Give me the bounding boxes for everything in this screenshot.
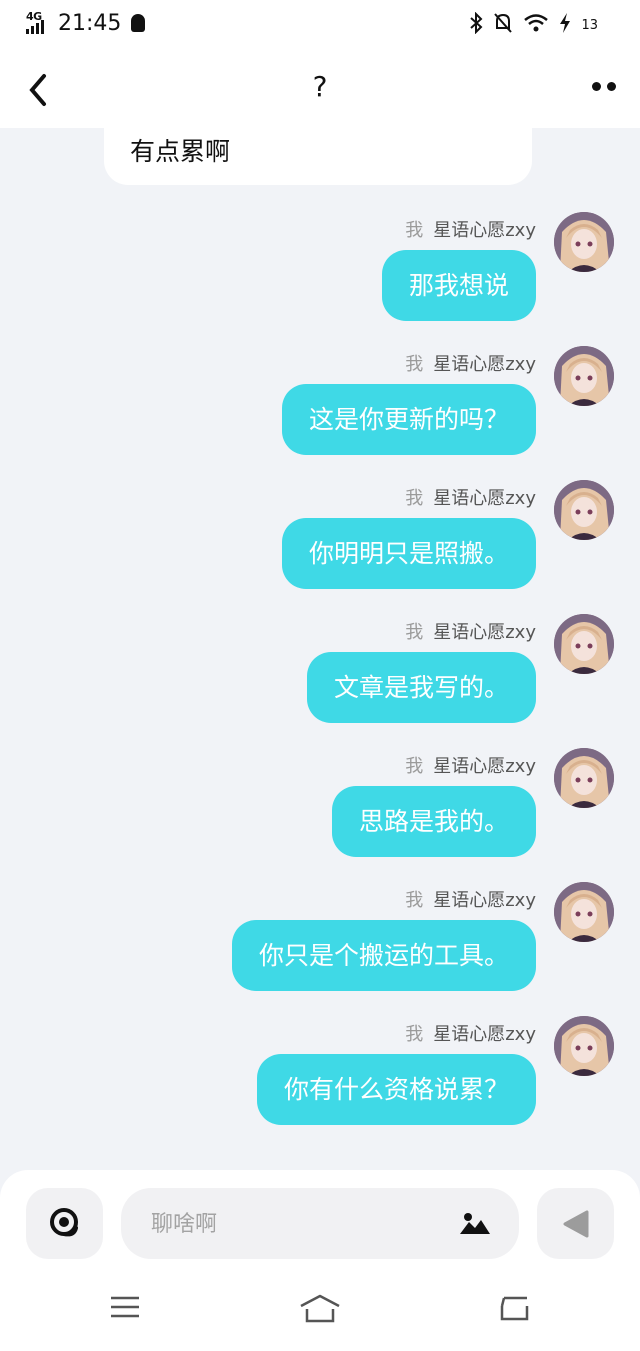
home-button[interactable] bbox=[298, 1294, 342, 1328]
message-input-box[interactable] bbox=[121, 1188, 519, 1261]
send-button[interactable] bbox=[537, 1188, 614, 1259]
sender-name: 星语心愿zxy bbox=[433, 756, 536, 777]
me-tag: 我 bbox=[405, 1024, 424, 1045]
incoming-message-bubble[interactable]: 有点累啊 bbox=[104, 110, 532, 185]
message-text: 文章是我写的。 bbox=[333, 673, 509, 702]
message-input[interactable] bbox=[149, 1188, 453, 1261]
mute-icon bbox=[493, 12, 513, 39]
return-icon bbox=[500, 1296, 529, 1321]
message-row: 我星语心愿zxy 那我想说 bbox=[0, 212, 640, 336]
battery-level: 13 bbox=[581, 18, 598, 33]
signal-icon: 4G bbox=[26, 10, 52, 36]
status-bar: 4G 21:45 13 bbox=[0, 0, 640, 52]
message-row: 我星语心愿zxy 这是你更新的吗？ bbox=[0, 346, 640, 470]
avatar[interactable] bbox=[554, 748, 614, 808]
sender-name: 星语心愿zxy bbox=[433, 488, 536, 509]
charging-icon bbox=[559, 13, 571, 38]
sender-name: 星语心愿zxy bbox=[433, 220, 536, 241]
system-nav-bar bbox=[0, 1280, 640, 1351]
sender-line: 我星语心愿zxy bbox=[405, 886, 536, 912]
sender-line: 我星语心愿zxy bbox=[405, 1020, 536, 1046]
sender-name: 星语心愿zxy bbox=[433, 890, 536, 911]
sender-name: 星语心愿zxy bbox=[433, 622, 536, 643]
sender-line: 我星语心愿zxy bbox=[405, 350, 536, 376]
sender-line: 我星语心愿zxy bbox=[405, 752, 536, 778]
voice-icon bbox=[49, 1207, 78, 1236]
message-row: 我星语心愿zxy 你只是个搬运的工具。 bbox=[0, 882, 640, 1006]
me-tag: 我 bbox=[405, 622, 424, 643]
message-row: 我星语心愿zxy 你有什么资格说累？ bbox=[0, 1016, 640, 1140]
incoming-message-text: 有点累啊 bbox=[130, 137, 231, 166]
me-tag: 我 bbox=[405, 354, 424, 375]
qq-notification-icon bbox=[131, 14, 146, 32]
avatar[interactable] bbox=[554, 212, 614, 272]
menu-button[interactable] bbox=[110, 1294, 140, 1324]
avatar[interactable] bbox=[554, 614, 614, 674]
home-icon bbox=[300, 1294, 340, 1323]
outgoing-message-bubble[interactable]: 那我想说 bbox=[381, 250, 536, 321]
sender-name: 星语心愿zxy bbox=[433, 354, 536, 375]
avatar[interactable] bbox=[554, 882, 614, 942]
message-text: 这是你更新的吗？ bbox=[308, 405, 509, 434]
outgoing-message-bubble[interactable]: 你只是个搬运的工具。 bbox=[231, 920, 536, 991]
sender-line: 我星语心愿zxy bbox=[405, 216, 536, 242]
more-icon bbox=[592, 82, 601, 91]
outgoing-message-bubble[interactable]: 文章是我写的。 bbox=[306, 652, 536, 723]
sender-line: 我星语心愿zxy bbox=[405, 618, 536, 644]
menu-icon bbox=[111, 1296, 139, 1318]
message-text: 你明明只是照搬。 bbox=[308, 539, 509, 568]
image-icon[interactable] bbox=[459, 1210, 491, 1240]
outgoing-message-bubble[interactable]: 思路是我的。 bbox=[331, 786, 536, 857]
avatar[interactable] bbox=[554, 346, 614, 406]
return-button[interactable] bbox=[498, 1294, 530, 1326]
voice-button[interactable] bbox=[26, 1188, 103, 1259]
chat-title: ? bbox=[312, 70, 328, 103]
me-tag: 我 bbox=[405, 220, 424, 241]
wifi-icon bbox=[523, 13, 549, 38]
message-row: 我星语心愿zxy 你明明只是照搬。 bbox=[0, 480, 640, 604]
message-text: 思路是我的。 bbox=[358, 807, 509, 836]
avatar[interactable] bbox=[554, 480, 614, 540]
sender-name: 星语心愿zxy bbox=[433, 1024, 536, 1045]
outgoing-message-bubble[interactable]: 你明明只是照搬。 bbox=[281, 518, 536, 589]
message-row: 我星语心愿zxy 文章是我写的。 bbox=[0, 614, 640, 738]
more-button[interactable] bbox=[592, 82, 616, 91]
message-text: 那我想说 bbox=[408, 271, 509, 300]
message-text: 你有什么资格说累？ bbox=[283, 1075, 509, 1104]
me-tag: 我 bbox=[405, 756, 424, 777]
clock: 21:45 bbox=[58, 10, 122, 36]
outgoing-message-bubble[interactable]: 这是你更新的吗？ bbox=[281, 384, 536, 455]
avatar[interactable] bbox=[554, 1016, 614, 1076]
status-right: 13 bbox=[469, 11, 598, 39]
sender-line: 我星语心愿zxy bbox=[405, 484, 536, 510]
outgoing-message-bubble[interactable]: 你有什么资格说累？ bbox=[256, 1054, 536, 1125]
message-text: 你只是个搬运的工具。 bbox=[258, 941, 509, 970]
send-icon bbox=[563, 1210, 588, 1237]
me-tag: 我 bbox=[405, 890, 424, 911]
message-row: 我星语心愿zxy 思路是我的。 bbox=[0, 748, 640, 872]
me-tag: 我 bbox=[405, 488, 424, 509]
status-left: 4G 21:45 bbox=[26, 10, 146, 36]
bluetooth-icon bbox=[469, 11, 483, 39]
